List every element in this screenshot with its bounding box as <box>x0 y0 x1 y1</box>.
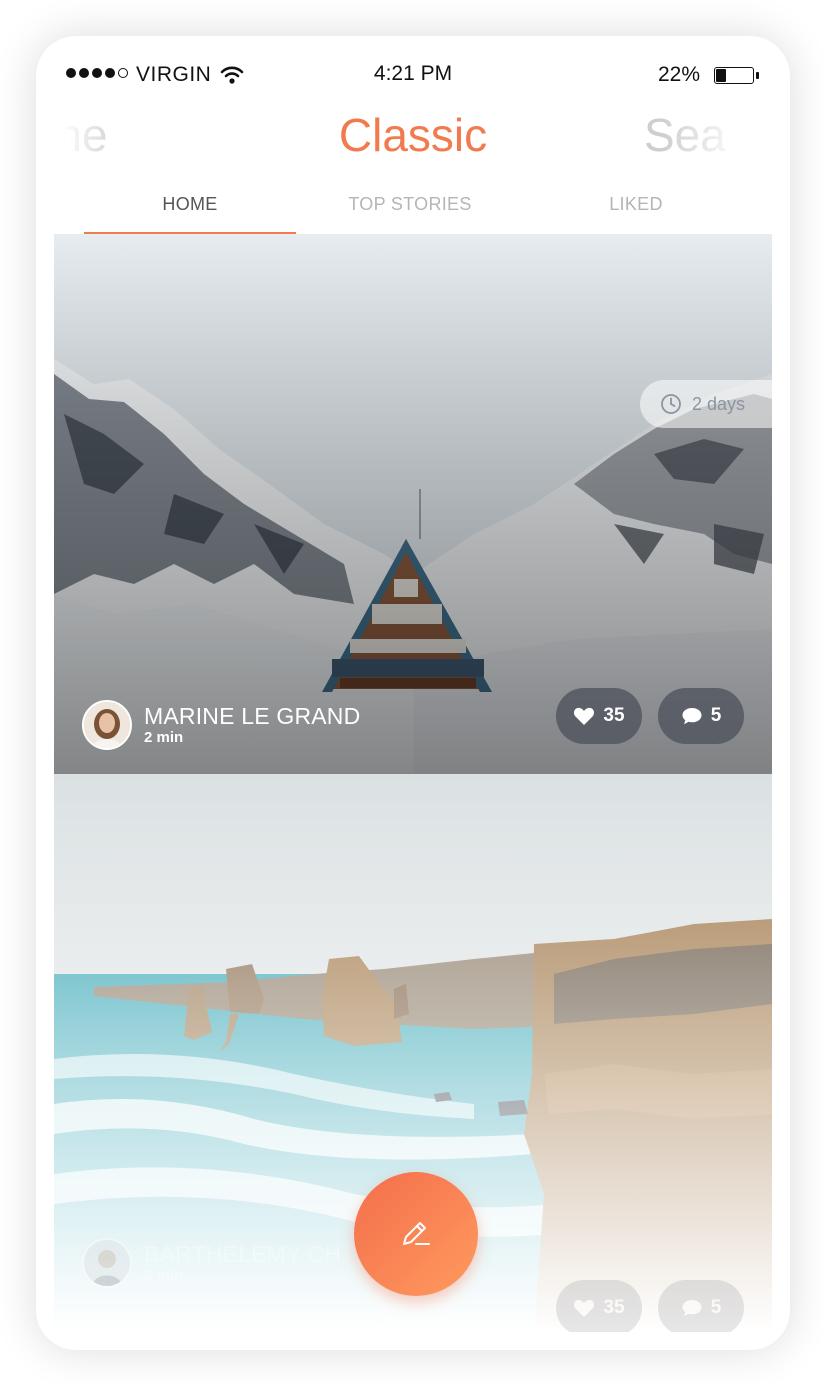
author-name: MARINE LE GRAND <box>144 703 361 729</box>
clock-icon <box>661 394 681 414</box>
post-card[interactable]: 2 days MARINE LE GRAND 2 min 35 5 <box>54 234 772 774</box>
battery-percent: 22% <box>658 63 701 86</box>
post-age: 2 days <box>692 393 746 414</box>
comment-icon <box>682 708 702 725</box>
tab-top-stories[interactable]: TOP STORIES <box>304 194 516 215</box>
carousel-fade-right <box>662 104 772 170</box>
comment-count: 5 <box>710 1297 722 1318</box>
status-bar: VIRGIN 4:21 PM 22% <box>54 54 772 98</box>
like-count: 35 <box>603 705 625 726</box>
avatar[interactable] <box>82 700 132 750</box>
battery-icon <box>714 67 759 84</box>
comment-count: 5 <box>710 705 722 726</box>
heart-icon <box>574 1299 595 1317</box>
post-author[interactable]: BARTHELEMY CH 2 min <box>82 1238 341 1288</box>
comment-icon <box>682 1300 702 1317</box>
carousel-fade-left <box>54 104 134 170</box>
tab-liked[interactable]: LIKED <box>530 194 742 215</box>
comment-button[interactable]: 5 <box>658 1280 744 1332</box>
phone-screen: VIRGIN 4:21 PM 22% ome Classic Sea HOME … <box>54 54 772 1332</box>
avatar[interactable] <box>82 1238 132 1288</box>
author-name: BARTHELEMY CH <box>144 1241 342 1267</box>
read-time: 2 min <box>144 1267 184 1284</box>
like-button[interactable]: 35 <box>556 1280 642 1332</box>
tab-home[interactable]: HOME <box>84 194 296 215</box>
compose-button[interactable] <box>354 1172 478 1296</box>
post-photo-mountains <box>54 234 772 774</box>
post-author[interactable]: MARINE LE GRAND 2 min <box>82 700 360 750</box>
section-title-carousel[interactable]: ome Classic Sea <box>54 104 772 170</box>
read-time: 2 min <box>144 729 184 746</box>
comment-button[interactable]: 5 <box>658 688 744 744</box>
like-count: 35 <box>603 1297 625 1318</box>
pencil-icon <box>403 1222 430 1245</box>
post-age-badge: 2 days <box>640 380 772 428</box>
heart-icon <box>574 707 595 725</box>
like-button[interactable]: 35 <box>556 688 642 744</box>
tab-bar: HOME TOP STORIES LIKED <box>54 184 772 235</box>
